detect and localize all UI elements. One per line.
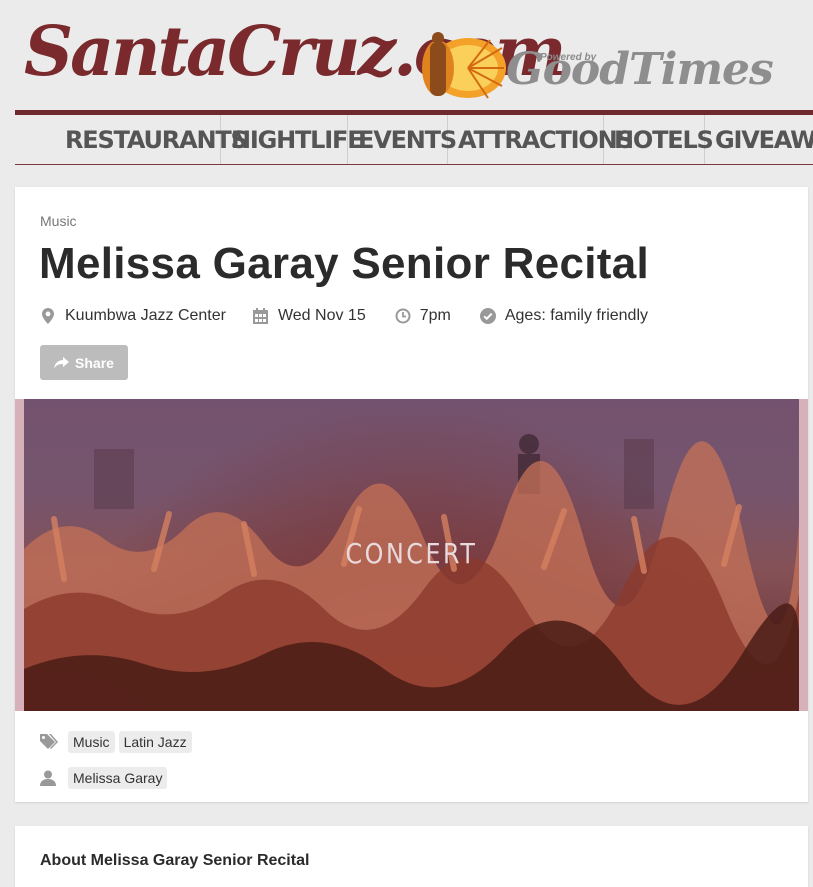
event-ages: Ages: family friendly	[479, 307, 649, 325]
map-pin-icon	[40, 308, 56, 324]
site-header: SantaCruz.com Powered by GoodTimes	[0, 0, 813, 110]
genre-tags: Music Latin Jazz	[40, 730, 196, 754]
concert-image: CONCERT	[24, 399, 799, 711]
calendar-icon	[253, 308, 269, 324]
event-hero: CONCERT	[15, 399, 808, 711]
about-card: About Melissa Garay Senior Recital	[15, 826, 808, 887]
good-times-logo-text[interactable]: GoodTimes	[506, 48, 774, 92]
time-label: 7pm	[419, 307, 451, 324]
date-label: Wed Nov 15	[277, 307, 366, 324]
event-time: 7pm	[395, 307, 451, 325]
tag-music[interactable]: Music	[68, 731, 115, 753]
nav-item-hotels[interactable]: HOTELS	[604, 115, 714, 164]
nav-item-nightlife[interactable]: NIGHTLIFE	[221, 115, 364, 164]
event-category[interactable]: Music	[40, 213, 77, 229]
check-circle-icon	[479, 308, 496, 324]
nav-item-events[interactable]: EVENTS	[348, 115, 457, 164]
tag-latin-jazz[interactable]: Latin Jazz	[118, 731, 192, 753]
nav-item-restaurants[interactable]: RESTAURANTS	[15, 115, 248, 164]
event-meta: Kuumbwa Jazz Center Wed Nov 15 7pm Ages:…	[40, 306, 648, 326]
main-nav: RESTAURANTS NIGHTLIFE EVENTS ATTRACTIONS…	[15, 115, 813, 165]
hero-caption: CONCERT	[345, 537, 478, 570]
performer-tags: Melissa Garay	[40, 766, 171, 790]
event-venue[interactable]: Kuumbwa Jazz Center	[40, 307, 226, 325]
share-button[interactable]: Share	[40, 345, 128, 380]
share-arrow-icon	[54, 356, 70, 369]
event-date: Wed Nov 15	[253, 307, 366, 325]
share-label: Share	[75, 354, 114, 371]
event-card: Music Melissa Garay Senior Recital Kuumb…	[15, 187, 808, 802]
nav-item-giveaways[interactable]: GIVEAWAYS	[705, 115, 813, 164]
ages-label: Ages: family friendly	[504, 307, 649, 324]
tags-icon	[40, 734, 58, 750]
about-heading: About Melissa Garay Senior Recital	[40, 852, 310, 869]
nav-item-attractions[interactable]: ATTRACTIONS	[448, 115, 634, 164]
performer-melissa-garay[interactable]: Melissa Garay	[68, 767, 168, 789]
venue-label: Kuumbwa Jazz Center	[65, 307, 226, 324]
good-times-sun-logo[interactable]	[410, 28, 506, 102]
event-title: Melissa Garay Senior Recital	[39, 239, 650, 288]
clock-icon	[395, 308, 411, 324]
user-icon	[40, 770, 58, 786]
